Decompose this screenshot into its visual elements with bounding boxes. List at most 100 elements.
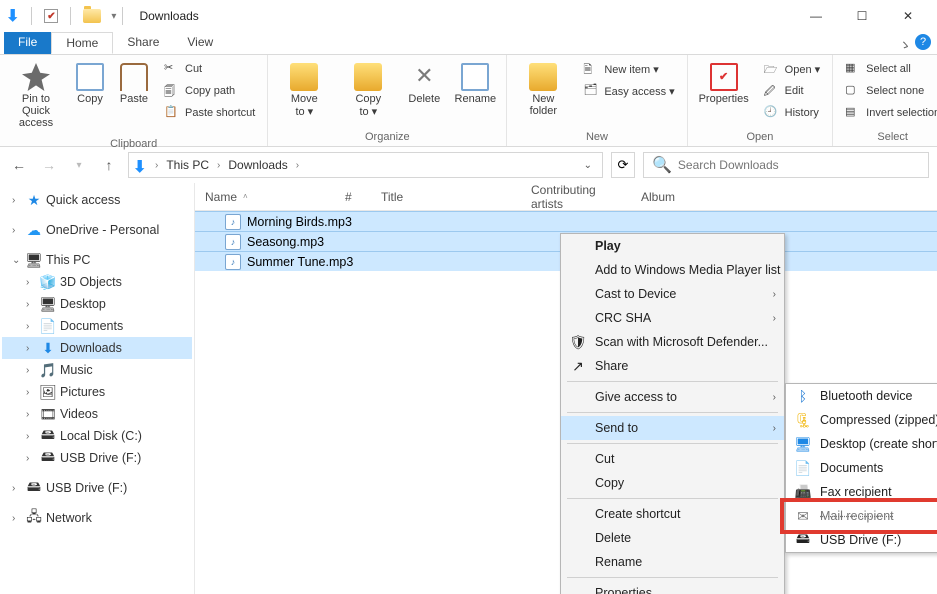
copy-button[interactable]: Copy (70, 59, 110, 109)
window-title: Downloads (139, 9, 198, 23)
pin-quick-access-button[interactable]: Pin to Quick access (6, 59, 66, 133)
move-to-button[interactable]: Move to ▾ (274, 59, 334, 122)
tree-3d-objects[interactable]: ›🧊3D Objects (2, 271, 192, 293)
tree-desktop[interactable]: ›🖥Desktop (2, 293, 192, 315)
ctx-send-to[interactable]: Send to› (561, 416, 784, 440)
breadcrumb-dropdown[interactable]: ⌄ (578, 160, 598, 171)
ribbon-group-new: New folder 🗎New item ▾ 🗂Easy access ▾ Ne… (507, 55, 687, 146)
copy-path-button[interactable]: 🗐Copy path (158, 81, 261, 101)
paste-shortcut-button[interactable]: 📋Paste shortcut (158, 103, 261, 123)
cut-button[interactable]: ✂Cut (158, 59, 261, 79)
qat-properties-icon[interactable]: ✔ (44, 9, 58, 23)
ctx-properties[interactable]: Properties (561, 581, 784, 594)
qat-folder-icon: ⬇ (6, 6, 19, 26)
col-name[interactable]: Name˄ (195, 190, 335, 204)
close-button[interactable]: ✕ (885, 0, 931, 32)
tab-file[interactable]: File (4, 32, 51, 54)
tree-pictures[interactable]: ›🖼Pictures (2, 381, 192, 403)
ribbon-group-select: ▦Select all ▢Select none ▤Invert selecti… (833, 55, 937, 146)
col-artist[interactable]: Contributing artists (521, 183, 631, 211)
tree-usb-drive-2[interactable]: ›🖴USB Drive (F:) (2, 477, 192, 499)
tab-view[interactable]: View (173, 32, 227, 54)
history-button[interactable]: 🕘History (758, 103, 827, 123)
ctx-create-shortcut[interactable]: Create shortcut (561, 502, 784, 526)
ctx-rename[interactable]: Rename (561, 550, 784, 574)
nav-forward-button[interactable]: → (38, 154, 60, 176)
tree-downloads[interactable]: ›⬇Downloads (2, 337, 192, 359)
copy-to-icon (354, 63, 382, 91)
tree-network[interactable]: ›🖧Network (2, 507, 192, 529)
address-bar-row: ← → ▾ ↑ ⬇ › This PC › Downloads › ⌄ ⟳ 🔍 (0, 147, 937, 183)
sendto-desktop[interactable]: 🖥Desktop (create shortcut) (786, 432, 937, 456)
folder-icon (83, 9, 101, 23)
mail-icon: ✉ (794, 507, 812, 525)
ctx-share[interactable]: ↗Share (561, 354, 784, 378)
ctx-delete[interactable]: Delete (561, 526, 784, 550)
breadcrumb[interactable]: ⬇ › This PC › Downloads › ⌄ (128, 152, 603, 178)
new-folder-button[interactable]: New folder (513, 59, 573, 121)
select-none-icon: ▢ (845, 83, 861, 99)
edit-button[interactable]: 🖉Edit (758, 81, 827, 101)
col-title[interactable]: Title (371, 190, 521, 204)
ctx-defender[interactable]: 🛡Scan with Microsoft Defender... (561, 330, 784, 354)
help-icon[interactable]: ? (915, 34, 931, 50)
share-icon: ↗ (569, 357, 587, 375)
context-menu: Play Add to Windows Media Player list Ca… (560, 233, 785, 594)
ctx-play[interactable]: Play (561, 234, 784, 258)
tree-documents[interactable]: ›📄Documents (2, 315, 192, 337)
col-album[interactable]: Album (631, 190, 937, 204)
ctx-crc-sha[interactable]: CRC SHA› (561, 306, 784, 330)
rename-button[interactable]: Rename (450, 59, 500, 109)
audio-file-icon: ♪ (225, 254, 241, 270)
tab-home[interactable]: Home (51, 32, 113, 54)
tree-local-disk[interactable]: ›🖴Local Disk (C:) (2, 425, 192, 447)
nav-recent-dropdown[interactable]: ▾ (68, 154, 90, 176)
tree-onedrive[interactable]: ›☁OneDrive - Personal (2, 219, 192, 241)
maximize-button[interactable]: ☐ (839, 0, 885, 32)
tree-videos[interactable]: ›🎞Videos (2, 403, 192, 425)
select-none-button[interactable]: ▢Select none (839, 81, 937, 101)
sendto-usb-drive[interactable]: 🖴USB Drive (F:) (786, 528, 937, 552)
search-input[interactable] (678, 158, 920, 172)
qat-dropdown[interactable]: ▾ (111, 11, 116, 22)
file-name: Morning Birds.mp3 (247, 215, 352, 229)
breadcrumb-downloads[interactable]: Downloads (224, 156, 291, 174)
copy-to-button[interactable]: Copy to ▾ (338, 59, 398, 122)
sendto-mail[interactable]: ✉Mail recipient (786, 504, 937, 528)
copy-path-icon: 🗐 (164, 83, 180, 99)
tree-music[interactable]: ›🎵Music (2, 359, 192, 381)
new-item-button[interactable]: 🗎New item ▾ (577, 59, 680, 79)
ctx-give-access[interactable]: Give access to› (561, 385, 784, 409)
ctx-cut[interactable]: Cut (561, 447, 784, 471)
easy-access-button[interactable]: 🗂Easy access ▾ (577, 81, 680, 101)
tree-quick-access[interactable]: ›★Quick access (2, 189, 192, 211)
tree-usb-drive-1[interactable]: ›🖴USB Drive (F:) (2, 447, 192, 469)
breadcrumb-this-pc[interactable]: This PC (162, 156, 213, 174)
ribbon-collapse-icon[interactable]: ゝ (899, 36, 911, 53)
ctx-copy[interactable]: Copy (561, 471, 784, 495)
group-label-organize: Organize (268, 130, 506, 146)
select-all-button[interactable]: ▦Select all (839, 59, 937, 79)
tab-share[interactable]: Share (113, 32, 173, 54)
tree-this-pc[interactable]: ⌄🖥This PC (2, 249, 192, 271)
file-row[interactable]: ♪Morning Birds.mp3 (195, 211, 937, 231)
properties-button[interactable]: ✔Properties (694, 59, 754, 109)
col-number[interactable]: # (335, 190, 371, 204)
new-item-icon: 🗎 (583, 61, 599, 77)
sendto-zip[interactable]: 🗜Compressed (zipped) folder (786, 408, 937, 432)
search-box[interactable]: 🔍 (643, 152, 929, 178)
sendto-documents[interactable]: 📄Documents (786, 456, 937, 480)
minimize-button[interactable]: — (793, 0, 839, 32)
open-button[interactable]: 🗁Open ▾ (758, 59, 827, 79)
ctx-cast[interactable]: Cast to Device› (561, 282, 784, 306)
invert-selection-button[interactable]: ▤Invert selection (839, 103, 937, 123)
move-icon (290, 63, 318, 91)
delete-button[interactable]: ✕Delete (402, 59, 446, 109)
ctx-add-wmp[interactable]: Add to Windows Media Player list (561, 258, 784, 282)
nav-up-button[interactable]: ↑ (98, 154, 120, 176)
refresh-button[interactable]: ⟳ (611, 152, 635, 178)
paste-button[interactable]: Paste (114, 59, 154, 109)
sendto-fax[interactable]: 📠Fax recipient (786, 480, 937, 504)
sendto-bluetooth[interactable]: ᛒBluetooth device (786, 384, 937, 408)
nav-back-button[interactable]: ← (8, 154, 30, 176)
